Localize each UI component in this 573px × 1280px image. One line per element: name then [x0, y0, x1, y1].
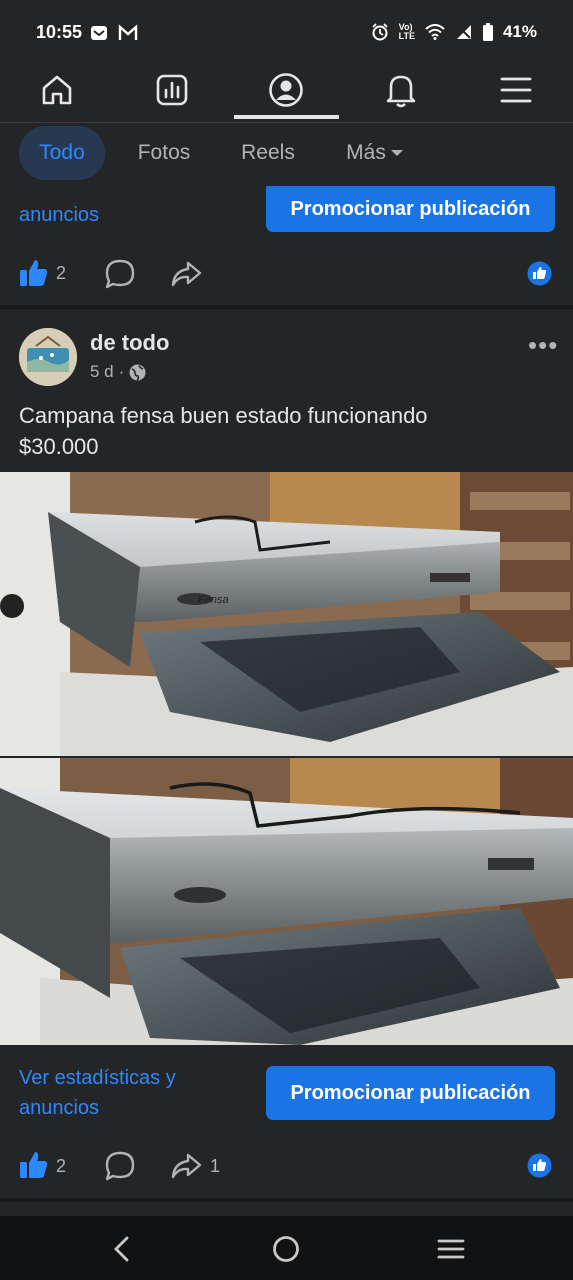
- product-brand: Fensa: [198, 594, 229, 606]
- prev-reaction-row: 2: [0, 248, 573, 298]
- post-author[interactable]: de todo: [90, 330, 169, 356]
- recent-apps-icon[interactable]: [437, 1238, 465, 1260]
- caret-down-icon: [390, 150, 403, 156]
- post-photo-1[interactable]: Fensa: [0, 472, 573, 756]
- nav-notifications[interactable]: [371, 66, 431, 114]
- range-hood-photo-closeup: [0, 758, 573, 1045]
- post-meta: 5 d ·: [90, 362, 146, 382]
- battery-percent: 41%: [502, 22, 537, 41]
- back-icon[interactable]: [110, 1236, 134, 1262]
- post-time[interactable]: 5 d: [90, 362, 114, 382]
- filter-reels[interactable]: Reels: [226, 126, 310, 180]
- status-bar: 10:55 Vo) LTE 41%: [0, 0, 573, 66]
- more-options-icon[interactable]: •••: [528, 330, 558, 361]
- reaction-row: 2 1: [0, 1140, 573, 1190]
- dashboard-icon: [156, 74, 188, 106]
- like-icon[interactable]: [19, 1150, 49, 1180]
- system-nav-bar: [0, 1216, 573, 1280]
- post-separator: [0, 1198, 573, 1202]
- filter-mas[interactable]: Más: [330, 126, 420, 180]
- range-hood-photo: Fensa: [0, 472, 573, 756]
- signal-icon: [456, 25, 471, 39]
- alarm-icon: [371, 23, 388, 41]
- like-icon[interactable]: [19, 258, 49, 288]
- nav-home[interactable]: [27, 66, 87, 114]
- post-photo-2[interactable]: [0, 758, 573, 1045]
- menu-icon: [500, 77, 532, 103]
- nav-profile[interactable]: [256, 66, 316, 114]
- globe-icon: [129, 364, 146, 381]
- mail-notification-icon: [91, 26, 107, 40]
- promote-button-prev[interactable]: Promocionar publicación: [266, 186, 555, 232]
- share-icon[interactable]: [170, 260, 202, 288]
- like-reaction-badge-icon: [527, 261, 552, 286]
- gmail-icon: [118, 24, 138, 40]
- like-reaction-badge-icon: [527, 1153, 552, 1178]
- home-icon: [42, 75, 72, 105]
- status-left-icons: [90, 24, 138, 42]
- filter-fotos[interactable]: Fotos: [122, 126, 206, 180]
- nav-menu[interactable]: [486, 66, 546, 114]
- notifications-icon: [386, 75, 416, 108]
- wifi-icon: [425, 24, 445, 40]
- comment-icon[interactable]: [104, 1150, 136, 1182]
- avatar-image: [19, 328, 77, 386]
- home-button-icon[interactable]: [272, 1235, 300, 1263]
- nav-dashboard[interactable]: [142, 66, 202, 114]
- status-right: Vo) LTE 41%: [371, 22, 537, 42]
- post-separator: [0, 305, 573, 309]
- post-text: Campana fensa buen estado funcionando $3…: [19, 403, 428, 459]
- avatar[interactable]: [19, 328, 77, 386]
- profile-icon: [269, 73, 303, 107]
- status-time: 10:55: [36, 22, 83, 42]
- stats-link-partial[interactable]: anuncios: [19, 200, 99, 230]
- volte-icon: Vo) LTE: [398, 22, 415, 41]
- comment-icon[interactable]: [104, 258, 136, 290]
- stats-link[interactable]: Ver estadísticas y anuncios: [19, 1063, 249, 1123]
- like-count: 2: [56, 1156, 67, 1176]
- share-icon[interactable]: [170, 1152, 202, 1180]
- filter-todo[interactable]: Todo: [19, 126, 105, 180]
- active-tab-indicator: [234, 115, 339, 119]
- promote-button[interactable]: Promocionar publicación: [266, 1066, 555, 1120]
- share-count: 1: [210, 1156, 221, 1176]
- filter-mas-label: Más: [346, 141, 386, 164]
- battery-icon: [482, 23, 493, 41]
- meta-dot: ·: [118, 362, 125, 381]
- like-count: 2: [56, 263, 67, 283]
